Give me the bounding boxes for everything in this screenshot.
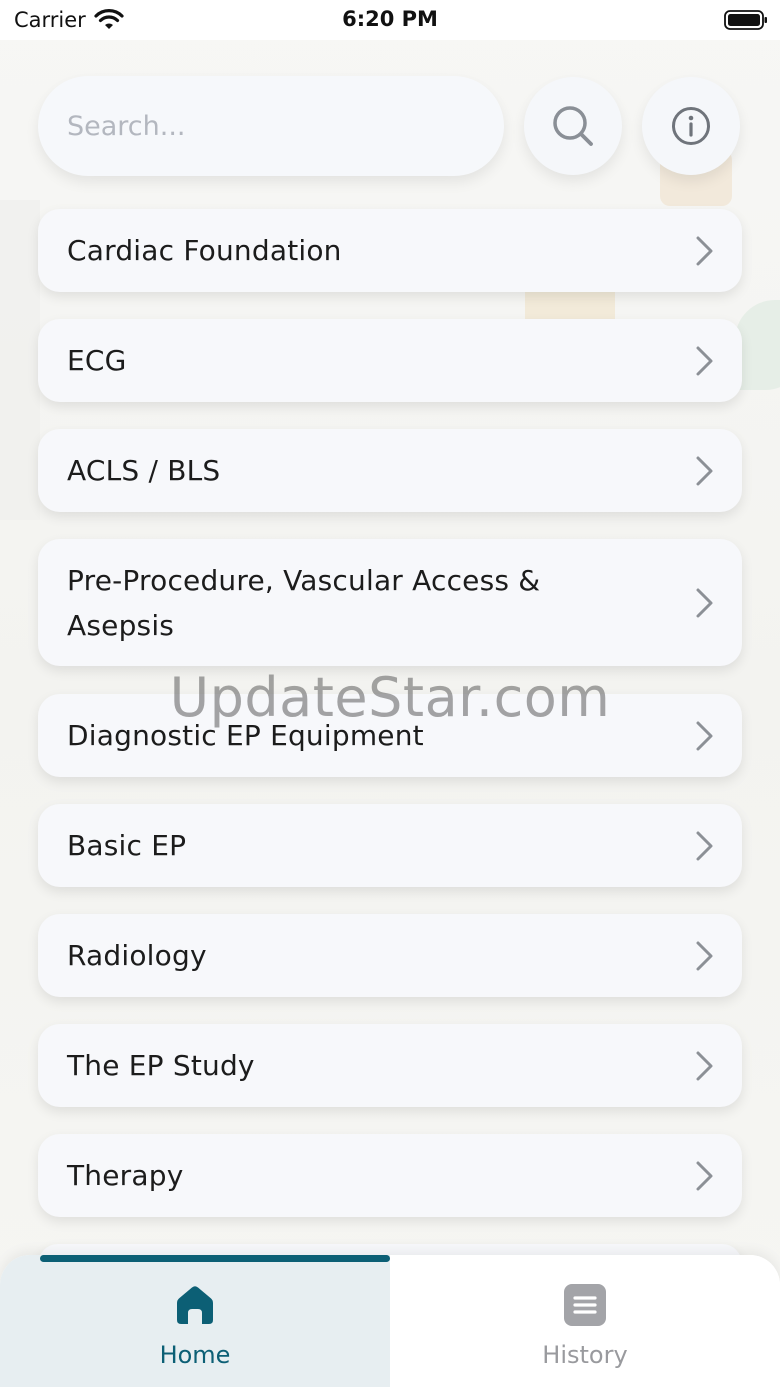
chevron-right-icon — [696, 831, 713, 860]
active-tab-indicator — [40, 1255, 390, 1262]
list-item-label: Therapy — [67, 1159, 184, 1192]
search-input[interactable] — [38, 76, 504, 176]
tab-history-label: History — [542, 1341, 628, 1369]
history-icon — [564, 1284, 606, 1326]
search-button[interactable] — [524, 77, 622, 175]
chevron-right-icon — [696, 1051, 713, 1080]
search-field[interactable] — [38, 76, 504, 176]
list-item-label: ECG — [67, 344, 127, 377]
chevron-right-icon — [696, 588, 713, 617]
watermark: UpdateStar.com — [169, 666, 611, 729]
status-bar: Carrier 6:20 PM — [0, 0, 780, 40]
tab-home-label: Home — [159, 1341, 231, 1369]
info-button[interactable] — [642, 77, 740, 175]
list-item-label: Radiology — [67, 939, 207, 972]
list-item-basic-ep[interactable]: Basic EP — [38, 804, 742, 887]
chevron-right-icon — [696, 941, 713, 970]
search-icon — [553, 106, 593, 146]
chevron-right-icon — [696, 456, 713, 485]
background-decoration — [0, 200, 40, 520]
home-icon — [177, 1286, 213, 1324]
list-item-label: Cardiac Foundation — [67, 234, 342, 267]
info-icon — [672, 107, 710, 145]
list-item-ecg[interactable]: ECG — [38, 319, 742, 402]
list-item-label: The EP Study — [67, 1049, 255, 1082]
list-item-label: ACLS / BLS — [67, 454, 221, 487]
list-item-cardiac-foundation[interactable]: Cardiac Foundation — [38, 209, 742, 292]
list-item-therapy[interactable]: Therapy — [38, 1134, 742, 1217]
tab-history[interactable]: History — [390, 1255, 780, 1387]
tab-home[interactable]: Home — [0, 1255, 390, 1387]
list-item-acls-bls[interactable]: ACLS / BLS — [38, 429, 742, 512]
list-item-the-ep-study[interactable]: The EP Study — [38, 1024, 742, 1107]
list-item-radiology[interactable]: Radiology — [38, 914, 742, 997]
app-screen: Carrier 6:20 PM Cardiac Foundat — [0, 0, 780, 1387]
list-item-pre-procedure[interactable]: Pre-Procedure, Vascular Access & Asepsis — [38, 539, 742, 666]
battery-icon — [724, 10, 767, 30]
chevron-right-icon — [696, 1161, 713, 1190]
list-item-label: Pre-Procedure, Vascular Access & Asepsis — [67, 563, 541, 642]
status-time: 6:20 PM — [342, 7, 438, 31]
topic-list: Cardiac Foundation ECG ACLS / BLS Pre-Pr… — [38, 209, 742, 1311]
chevron-right-icon — [696, 236, 713, 265]
list-item-label: Basic EP — [67, 829, 187, 862]
tab-bar: Home History — [0, 1255, 780, 1387]
chevron-right-icon — [696, 346, 713, 375]
